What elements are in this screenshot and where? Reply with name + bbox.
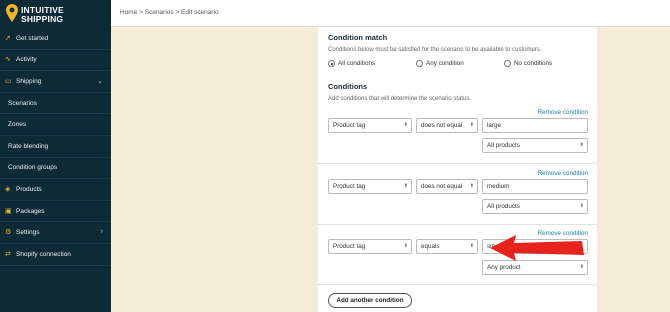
sidebar-nav: ➚ Get started ∿ Activity ▭ Shipping ⌄ Sc… xyxy=(0,28,111,266)
select-arrows-icon: ⬍ xyxy=(403,122,408,128)
condition-value-input[interactable]: medium xyxy=(482,179,588,194)
condition-operator-select[interactable]: does not equal ⬍ xyxy=(416,118,478,133)
divider xyxy=(318,284,597,285)
tag-icon: ◈ xyxy=(5,185,11,193)
sidebar-item-label: Products xyxy=(16,185,42,193)
select-arrows-icon: ⬍ xyxy=(579,142,584,148)
sidebar-item-get-started[interactable]: ➚ Get started xyxy=(0,28,111,50)
sidebar-item-label: Shopify connection xyxy=(16,250,71,258)
chevron-down-icon: ⌄ xyxy=(97,78,103,86)
select-arrows-icon: ⬍ xyxy=(469,183,474,189)
sidebar-item-shipping[interactable]: ▭ Shipping ⌄ xyxy=(0,71,111,93)
conditions-title: Conditions xyxy=(328,82,368,91)
input-value: large xyxy=(487,122,502,129)
sidebar-item-label: Condition groups xyxy=(8,164,58,172)
condition-field-select[interactable]: Product tag ⬍ xyxy=(328,179,412,194)
condition-field-select[interactable]: Product tag ⬍ xyxy=(328,239,412,254)
truck-icon: ▭ xyxy=(5,77,12,85)
select-arrows-icon: ⬍ xyxy=(403,243,408,249)
annotation-arrow-icon xyxy=(490,235,584,261)
location-pin-icon xyxy=(6,4,18,22)
sidebar-item-label: Rate blending xyxy=(8,142,49,150)
condition-scope-select[interactable]: All products ⬍ xyxy=(482,138,588,153)
select-value: All products xyxy=(487,203,520,210)
select-arrows-icon: ⬍ xyxy=(579,203,584,209)
scenario-panel: Condition match Conditions below must be… xyxy=(318,27,597,312)
sidebar-item-products[interactable]: ◈ Products xyxy=(0,179,111,201)
radio-any-condition[interactable]: Any condition xyxy=(416,60,464,67)
select-value: Any product xyxy=(487,264,521,271)
conditions-description: Add conditions that will determine the s… xyxy=(328,96,472,102)
divider xyxy=(318,163,597,164)
select-value: does not equal xyxy=(421,183,463,190)
rocket-icon: ➚ xyxy=(5,34,11,42)
radio-label: No conditions xyxy=(514,60,553,67)
add-condition-button[interactable]: Add another condition xyxy=(328,293,412,308)
link-icon: ⇄ xyxy=(5,250,11,258)
select-arrows-icon: ⬍ xyxy=(469,122,474,128)
sidebar-item-label: Scenarios xyxy=(8,99,37,107)
select-value: Product tag xyxy=(333,122,366,129)
select-value: All products xyxy=(487,142,520,149)
sidebar-item-settings[interactable]: ⚙ Settings › xyxy=(0,222,111,244)
remove-condition-link[interactable]: Remove condition xyxy=(538,170,588,177)
condition-field-select[interactable]: Product tag ⬍ xyxy=(328,118,412,133)
brand-line-2: SHIPPING xyxy=(21,14,64,24)
select-arrows-icon: ⬍ xyxy=(469,243,474,249)
top-bar: Home > Scenarios > Edit scenario xyxy=(111,0,670,27)
radio-dot-icon xyxy=(328,60,335,67)
remove-condition-link[interactable]: Remove condition xyxy=(538,109,588,116)
sidebar: INTUITIVE SHIPPING ➚ Get started ∿ Activ… xyxy=(0,0,111,312)
chevron-right-icon: › xyxy=(100,228,103,236)
sidebar-item-label: Get started xyxy=(16,34,49,42)
radio-label: All conditions xyxy=(338,60,376,67)
sidebar-item-condition-groups[interactable]: Condition groups xyxy=(0,158,111,180)
condition-match-radio-group: All conditions Any condition No conditio… xyxy=(328,60,588,70)
sidebar-item-label: Settings xyxy=(16,229,40,237)
sidebar-item-activity[interactable]: ∿ Activity xyxy=(0,50,111,72)
select-value: Product tag xyxy=(333,183,366,190)
brand-name: INTUITIVE SHIPPING xyxy=(21,6,64,24)
package-icon: ▣ xyxy=(5,207,12,215)
sidebar-item-packages[interactable]: ▣ Packages xyxy=(0,201,111,223)
condition-value-input[interactable]: large xyxy=(482,118,588,133)
radio-all-conditions[interactable]: All conditions xyxy=(328,60,375,67)
condition-scope-select[interactable]: All products ⬍ xyxy=(482,199,588,214)
input-value: medium xyxy=(487,183,510,190)
breadcrumb[interactable]: Home > Scenarios > Edit scenario xyxy=(120,9,219,16)
radio-no-conditions[interactable]: No conditions xyxy=(504,60,552,67)
sidebar-item-scenarios[interactable]: Scenarios xyxy=(0,93,111,115)
select-value: Product tag xyxy=(333,243,366,250)
select-value: equals xyxy=(421,243,440,250)
sidebar-item-label: Packages xyxy=(16,207,45,215)
sidebar-item-label: Activity xyxy=(16,56,37,64)
radio-dot-icon xyxy=(416,60,423,67)
divider xyxy=(318,224,597,225)
brand-logo[interactable]: INTUITIVE SHIPPING xyxy=(6,4,106,26)
sidebar-item-label: Zones xyxy=(8,121,27,129)
condition-match-description: Conditions below must be satisfied for t… xyxy=(328,47,542,53)
condition-operator-select[interactable]: equals ⬍ xyxy=(416,239,478,254)
gear-icon: ⚙ xyxy=(5,229,12,237)
sidebar-item-rate-blending[interactable]: Rate blending xyxy=(0,136,111,158)
activity-icon: ∿ xyxy=(5,56,11,64)
condition-operator-select[interactable]: does not equal ⬍ xyxy=(416,179,478,194)
sidebar-item-label: Shipping xyxy=(16,77,42,85)
radio-dot-icon xyxy=(504,60,511,67)
select-arrows-icon: ⬍ xyxy=(403,183,408,189)
select-value: does not equal xyxy=(421,122,463,129)
sidebar-item-zones[interactable]: Zones xyxy=(0,114,111,136)
sidebar-item-shopify-connection[interactable]: ⇄ Shopify connection xyxy=(0,244,111,266)
condition-match-title: Condition match xyxy=(328,33,388,42)
radio-label: Any condition xyxy=(426,60,464,67)
